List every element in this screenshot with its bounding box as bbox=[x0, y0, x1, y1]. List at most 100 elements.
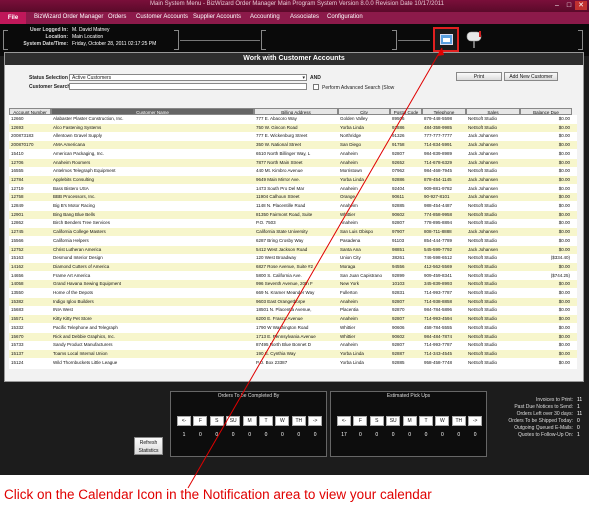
cell-customer-name: AMA Americana bbox=[53, 142, 86, 148]
stat-value[interactable]: 0 bbox=[577, 418, 580, 424]
close-button[interactable]: ✕ bbox=[575, 1, 587, 10]
table-row[interactable]: 12719 Bass Bistero USA 1473 South Pro Del … bbox=[9, 185, 577, 193]
cell-telephone: 746-598-6512 bbox=[424, 255, 453, 261]
col-customer-name[interactable]: Customer Name bbox=[51, 108, 254, 115]
orders-day-7: TH bbox=[291, 416, 306, 426]
col-account-number[interactable]: Account Number bbox=[9, 108, 51, 115]
orders-count-5: 0 bbox=[264, 432, 268, 438]
stat-value[interactable]: 0 bbox=[577, 425, 580, 431]
table-row[interactable]: 15670 Rick and Debbie Graphics, Inc. 1713 … bbox=[9, 332, 577, 341]
cell-customer-name: Diamond Cutters of America bbox=[53, 263, 110, 269]
cell-city: Yorba Linda bbox=[340, 359, 364, 365]
menu-customer-accounts[interactable]: Customer Accounts bbox=[136, 14, 188, 20]
header-connector bbox=[180, 40, 260, 41]
orders-day-8[interactable]: -> bbox=[308, 416, 323, 426]
table-row[interactable]: 15137 Toams Local Internal Union 190 S. Cy… bbox=[9, 349, 577, 358]
cell-city: Morristown bbox=[340, 168, 363, 174]
menu-supplier-accounts[interactable]: Supplier Accounts bbox=[193, 14, 241, 20]
customer-search-input[interactable] bbox=[69, 83, 307, 90]
minimize-button[interactable]: – bbox=[551, 1, 563, 10]
cell-sales: Jack Johansen bbox=[468, 185, 499, 191]
mailbox-icon[interactable] bbox=[464, 29, 486, 49]
cell-city: Golden Valley bbox=[340, 116, 368, 121]
pickups-count-3: 0 bbox=[391, 432, 395, 438]
table-row[interactable]: 12660 Alabaster Plaster Construction, Inc… bbox=[9, 115, 577, 123]
col-balance-due[interactable]: Balance Due bbox=[520, 108, 572, 115]
table-row[interactable]: 15566 California Helpers 6287 Bring Crosby… bbox=[9, 237, 577, 245]
cell-customer-name: Frame Art America bbox=[53, 272, 91, 278]
stat-value[interactable]: 11 bbox=[577, 411, 582, 417]
table-row[interactable]: 200870170 AMA Americana 350 W. National St… bbox=[9, 141, 577, 150]
table-row[interactable]: 15733 Sandy Product Manufacturers 87495 No… bbox=[9, 341, 577, 349]
cell-balance-due: $0.00 bbox=[558, 290, 570, 295]
cell-postal-code: 92885 bbox=[392, 359, 405, 365]
menu-accounting[interactable]: Accounting bbox=[250, 14, 280, 20]
application-window: Main System Menu - BizWizard Order Manag… bbox=[0, 0, 589, 475]
col-postal-code[interactable]: Postal Code bbox=[390, 108, 422, 115]
table-row[interactable]: 15332 Pacific Telephone and Telegraph 1790… bbox=[9, 324, 577, 332]
window-title: Main System Menu - BizWizard Order Manag… bbox=[150, 1, 445, 7]
orders-day-2: S bbox=[209, 416, 224, 426]
advanced-search-checkbox[interactable] bbox=[313, 84, 319, 90]
menu-associates[interactable]: Associates bbox=[290, 14, 319, 20]
cell-billing-address: 81350 Fairmont Road, Suite bbox=[256, 211, 313, 217]
table-row[interactable]: 12745 California College Masters Californi… bbox=[9, 228, 577, 237]
cell-customer-name: BBB Processors, Inc. bbox=[53, 194, 96, 200]
table-row[interactable]: 15410 American Packaging, Inc. 6510 North … bbox=[9, 150, 577, 158]
cell-telephone: 958-458-7748 bbox=[424, 359, 453, 365]
table-row[interactable]: 12901 Bing Bang Blue Bells 81350 Fairmont … bbox=[9, 210, 577, 219]
cell-account-number: 12719 bbox=[11, 185, 24, 191]
cell-city: Whittier bbox=[340, 211, 356, 217]
print-button[interactable]: Print bbox=[456, 72, 502, 81]
col-billing-address[interactable]: Billing Address bbox=[254, 108, 338, 115]
col-city[interactable]: City bbox=[338, 108, 390, 115]
pickups-day-4: M bbox=[402, 416, 417, 426]
add-new-customer-button[interactable]: Add New Customer bbox=[504, 72, 558, 81]
cell-balance-due: $0.00 bbox=[558, 176, 570, 182]
table-row[interactable]: 13550 Home of the Depots 669 N. Kramer Mea… bbox=[9, 289, 577, 297]
cell-customer-name: Antelmos Telegraph Equipment bbox=[53, 168, 116, 174]
cell-account-number: 12693 bbox=[11, 124, 24, 130]
table-row[interactable]: 12862 Birch Benders Tree Services P.O. 750… bbox=[9, 219, 577, 227]
cell-billing-address: 750 W. Gincon Road bbox=[256, 124, 298, 130]
table-row[interactable]: 16555 Antelmos Telegraph Equipment 440 Mt.… bbox=[9, 167, 577, 175]
table-row[interactable]: 14058 Grand Havana Sewing Equipment 996 Se… bbox=[9, 280, 577, 289]
pickups-day-8[interactable]: -> bbox=[468, 416, 483, 426]
table-row[interactable]: 15382 Indigo Igloo Builders 9603 East Oran… bbox=[9, 297, 577, 306]
table-row[interactable]: 15124 Wild Thornbuckets Little League P.O.… bbox=[9, 359, 577, 367]
table-row[interactable]: 12758 BBB Processors, Inc. 11904 Calhoun S… bbox=[9, 193, 577, 202]
table-row[interactable]: 12706 Anaheim Roomers 7877 North Main Stre… bbox=[9, 158, 577, 167]
orders-day-0[interactable]: <- bbox=[177, 416, 191, 426]
menu-orders[interactable]: Orders bbox=[108, 14, 126, 20]
maximize-button[interactable]: □ bbox=[563, 1, 575, 10]
header-bracket-mid-left bbox=[174, 30, 179, 50]
cell-account-number: 13550 bbox=[11, 290, 24, 295]
menu-file[interactable]: File bbox=[0, 12, 26, 24]
col-sales[interactable]: Sales bbox=[466, 108, 520, 115]
table-row[interactable]: 15571 Kitty Kitty Pet Store 6200 E. Frasca… bbox=[9, 315, 577, 324]
status-selection-dropdown[interactable]: Active Customers ▾ bbox=[69, 74, 307, 81]
table-row[interactable]: 200873183 Allentown Gravel Supply 777 E. W… bbox=[9, 132, 577, 140]
table-row[interactable]: 14656 Frame Art America 5800 S. California… bbox=[9, 272, 577, 280]
calendar-icon[interactable] bbox=[433, 27, 459, 52]
pickups-day-0[interactable]: <- bbox=[337, 416, 351, 426]
stat-value[interactable]: 1 bbox=[577, 432, 580, 438]
table-row[interactable]: 14162 Diamond Cutters of America 6827 Rose… bbox=[9, 262, 577, 271]
table-row[interactable]: 12693 Alco Fastening Systems 750 W. Gincon… bbox=[9, 123, 577, 132]
table-row[interactable]: 15163 Desmond Interior Design 120 West Bro… bbox=[9, 254, 577, 262]
stat-value[interactable]: 11 bbox=[577, 397, 582, 403]
table-row[interactable]: 12784 Applebits Consulting 9649 Main Mirro… bbox=[9, 175, 577, 184]
cell-sales: Jack Johansen bbox=[468, 194, 499, 200]
menu-order-manager[interactable]: BizWizard Order Manager bbox=[34, 14, 103, 20]
cell-sales: NetSoft Studio bbox=[468, 333, 498, 339]
cell-account-number: 12752 bbox=[11, 246, 24, 252]
menu-configuration[interactable]: Configuration bbox=[327, 14, 363, 20]
cell-account-number: 15683 bbox=[11, 307, 24, 313]
table-row[interactable]: 15683 INIA West 18501 N. Placentia Avenue,… bbox=[9, 306, 577, 314]
table-row[interactable]: 12849 Big B's Motor Racing 1148 N. Placent… bbox=[9, 202, 577, 210]
col-telephone[interactable]: Telephone bbox=[422, 108, 466, 115]
refresh-statistics-button[interactable]: Refresh Statistics bbox=[134, 437, 163, 455]
cell-balance-due: $0.00 bbox=[558, 246, 570, 252]
table-row[interactable]: 12752 Christ Lutheran America 5412 West Ja… bbox=[9, 245, 577, 254]
stat-value[interactable]: 1 bbox=[577, 404, 580, 410]
